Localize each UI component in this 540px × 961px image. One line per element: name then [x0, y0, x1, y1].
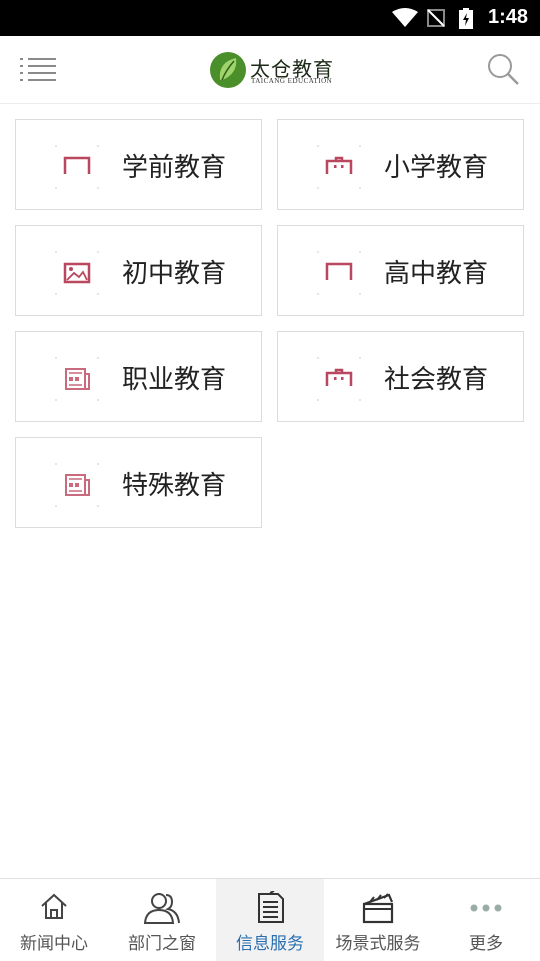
search-icon[interactable] [486, 52, 520, 86]
category-card-social[interactable]: 社会教育 [277, 331, 524, 422]
building-icon [317, 251, 361, 295]
no-signal-icon [427, 9, 445, 27]
category-label: 社会教育 [384, 365, 489, 395]
list-menu-icon[interactable] [20, 56, 56, 84]
document-icon [258, 891, 284, 923]
category-label: 特殊教育 [122, 471, 227, 501]
tab-label: 新闻中心 [20, 934, 88, 954]
tab-news-center[interactable]: 新闻中心 [0, 879, 108, 961]
clapperboard-icon [362, 893, 394, 924]
category-card-vocational[interactable]: 职业教育 [15, 331, 262, 422]
category-label: 初中教育 [122, 259, 227, 289]
category-label: 职业教育 [122, 365, 227, 395]
picture-icon [55, 251, 99, 295]
logo-subtitle: TAICANG EDUCATION [251, 77, 333, 85]
category-card-senior-high[interactable]: 高中教育 [277, 225, 524, 316]
school-icon [317, 357, 361, 401]
people-icon [143, 893, 180, 924]
tab-info-service[interactable]: 信息服务 [216, 879, 324, 961]
tab-label: 部门之窗 [128, 934, 196, 954]
tab-label: 场景式服务 [335, 934, 421, 954]
newspaper-icon [55, 357, 99, 401]
tab-department-window[interactable]: 部门之窗 [108, 879, 216, 961]
tab-scene-service[interactable]: 场景式服务 [324, 879, 432, 961]
bottom-tab-bar: 新闻中心 部门之窗 信息服务 场景式服务 更多 [0, 878, 540, 961]
newspaper-icon [55, 463, 99, 507]
leaf-logo-icon [210, 52, 246, 88]
app-logo: 太仓教育 TAICANG EDUCATION [208, 50, 338, 90]
app-header: 太仓教育 TAICANG EDUCATION [0, 36, 540, 104]
category-label: 学前教育 [122, 153, 227, 183]
category-card-primary[interactable]: 小学教育 [277, 119, 524, 210]
category-label: 小学教育 [384, 153, 489, 183]
category-card-special[interactable]: 特殊教育 [15, 437, 262, 528]
status-time: 1:48 [487, 6, 528, 28]
status-bar: 1:48 [0, 0, 540, 36]
home-icon [41, 893, 67, 919]
category-card-junior-high[interactable]: 初中教育 [15, 225, 262, 316]
category-label: 高中教育 [384, 259, 489, 289]
more-dots-icon [470, 904, 502, 912]
building-icon [55, 145, 99, 189]
tab-more[interactable]: 更多 [432, 879, 540, 961]
category-card-preschool[interactable]: 学前教育 [15, 119, 262, 210]
tab-label: 更多 [469, 934, 503, 954]
school-icon [317, 145, 361, 189]
wifi-icon [392, 8, 418, 27]
battery-icon [459, 8, 473, 29]
tab-label: 信息服务 [236, 934, 304, 954]
